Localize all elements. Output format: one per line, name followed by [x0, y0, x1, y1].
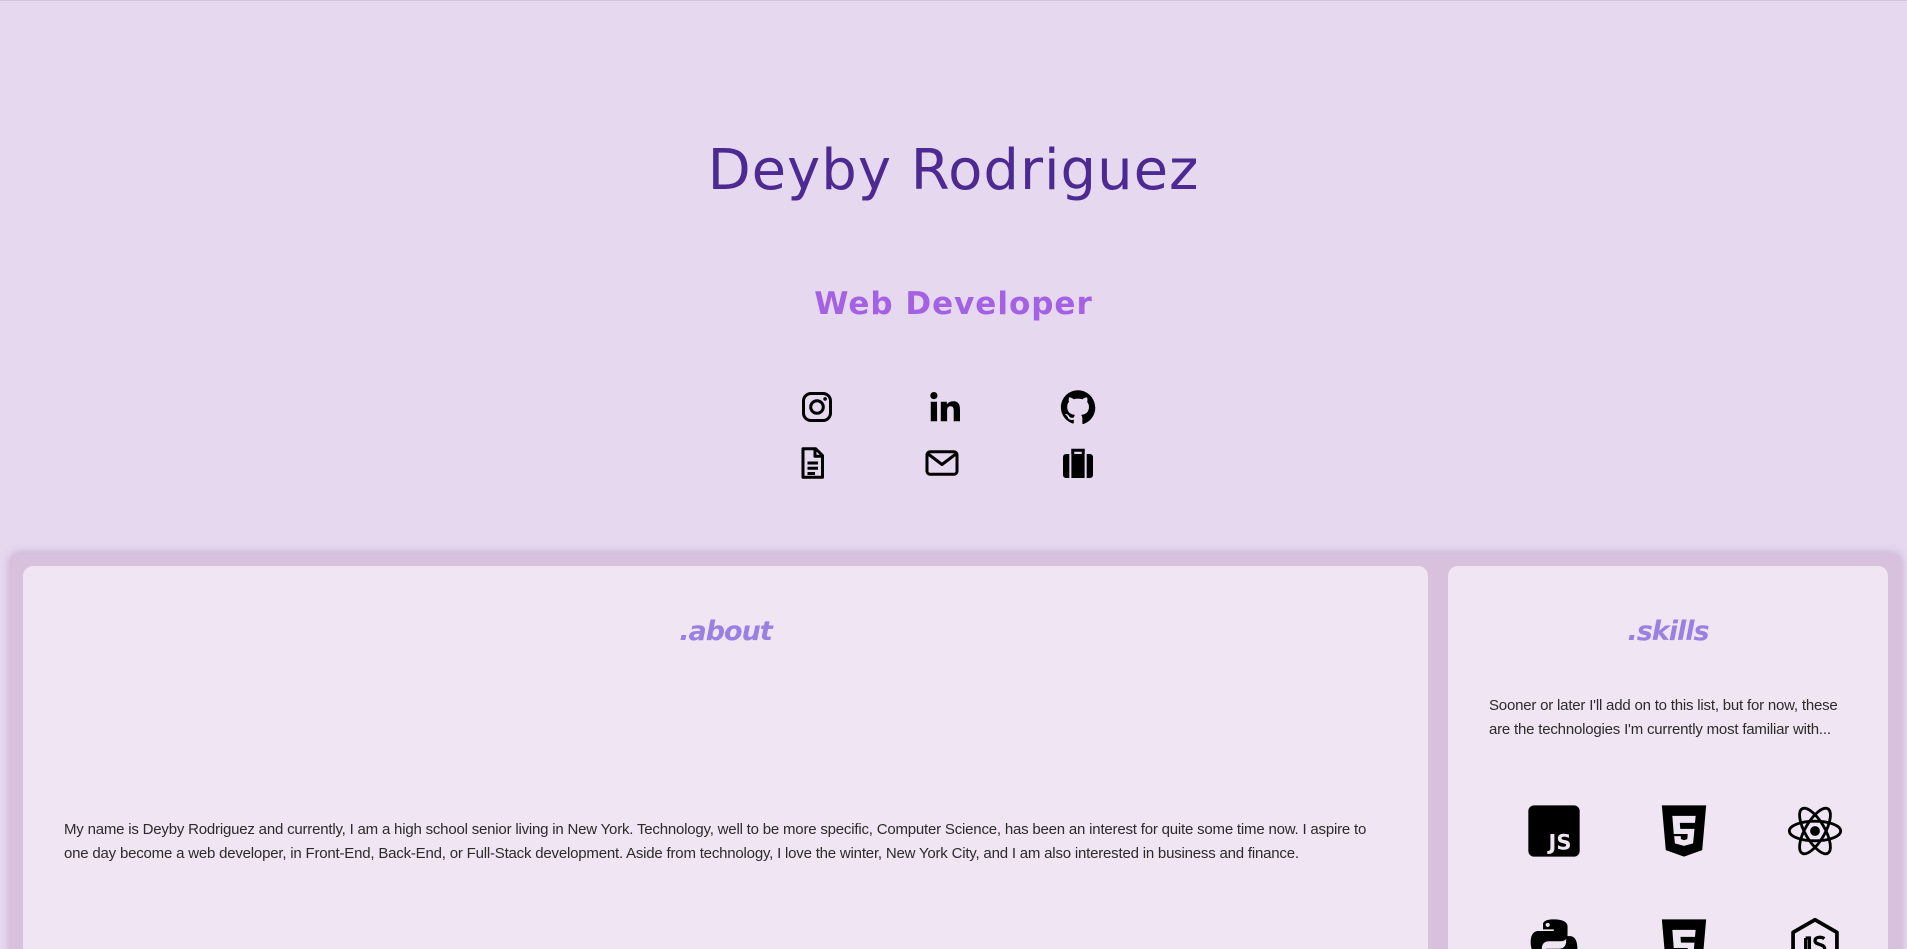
instagram-link[interactable] [797, 387, 837, 427]
instagram-icon [802, 392, 832, 422]
about-text: My name is Deyby Rodriguez and currently… [64, 821, 1367, 862]
linkedin-icon [930, 392, 960, 422]
nodejs-icon [1791, 917, 1839, 949]
content-panels: .about My name is Deyby Rodriguez and cu… [9, 554, 1902, 949]
react-icon [1787, 806, 1843, 856]
hero-name: Deyby Rodriguez [707, 138, 1200, 203]
portfolio-briefcase-icon [1063, 448, 1093, 478]
svg-text:JS: JS [1547, 831, 1572, 855]
github-link[interactable] [1058, 387, 1098, 427]
email-link[interactable] [922, 443, 962, 483]
github-icon [1060, 390, 1096, 425]
linkedin-link[interactable] [925, 387, 965, 427]
skills-text: Sooner or later I'll add on to this list… [1489, 697, 1838, 738]
portfolio-link[interactable] [1058, 443, 1098, 483]
skill-html5 [1656, 803, 1712, 859]
skill-css3 [1656, 917, 1712, 949]
resume-link[interactable] [792, 443, 832, 483]
hero-role: Web Developer [814, 286, 1093, 322]
skill-nodejs [1787, 917, 1843, 949]
portfolio-page: Deyby Rodriguez Web Developer .about My … [0, 0, 1907, 949]
skill-python [1526, 917, 1582, 949]
skills-card: .skills Sooner or later I'll add on to t… [1448, 566, 1888, 949]
skill-javascript: JS [1526, 803, 1582, 859]
skills-title: .skills [1627, 616, 1709, 647]
social-links [0, 387, 1907, 487]
javascript-icon: JS [1528, 805, 1580, 857]
python-icon [1530, 919, 1578, 949]
hero-section: Deyby Rodriguez Web Developer [0, 1, 1907, 554]
skill-react [1787, 803, 1843, 859]
css3-icon [1661, 919, 1707, 949]
about-title: .about [679, 616, 772, 647]
about-card: .about My name is Deyby Rodriguez and cu… [23, 566, 1428, 949]
html5-icon [1661, 805, 1707, 857]
resume-document-icon [801, 447, 824, 479]
email-envelope-icon [925, 450, 959, 476]
